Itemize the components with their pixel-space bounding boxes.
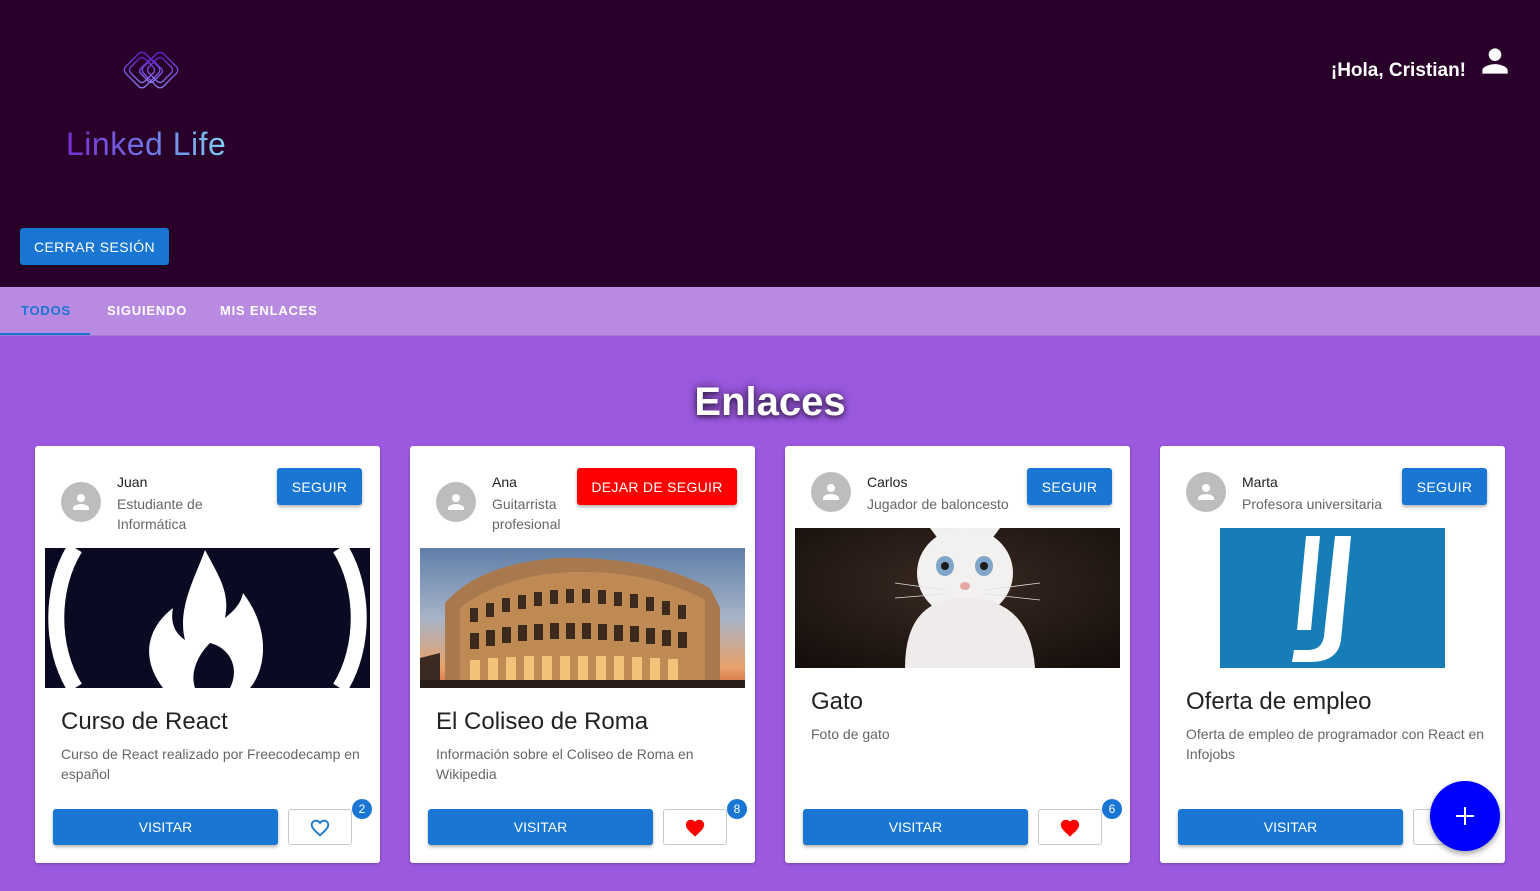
card-image[interactable] xyxy=(45,548,370,688)
follow-button[interactable]: SEGUIR xyxy=(1402,468,1487,505)
author-subtitle: Profesora universitaria xyxy=(1242,496,1383,512)
infojobs-logo-icon xyxy=(1220,528,1445,668)
freecodecamp-logo-icon xyxy=(45,548,370,688)
person-icon xyxy=(1198,484,1214,500)
person-icon xyxy=(448,494,464,510)
logo-text: Linked Life xyxy=(66,126,227,162)
avatar xyxy=(1186,472,1226,512)
link-card: Ana Guitarrista profesional DEJAR DE SEG… xyxy=(410,446,755,863)
logout-button[interactable]: CERRAR SESIÓN xyxy=(20,228,169,265)
visit-button[interactable]: VISITAR xyxy=(1178,809,1403,845)
tab-todos[interactable]: TODOS xyxy=(21,287,71,335)
like-count-badge: 2 xyxy=(352,799,372,819)
card-title: El Coliseo de Roma xyxy=(436,708,649,735)
card-title: Oferta de empleo xyxy=(1186,688,1372,715)
person-icon xyxy=(73,494,89,510)
person-icon xyxy=(823,484,839,500)
user-greeting: ¡Hola, Cristian! xyxy=(1330,60,1466,81)
heart-filled-icon xyxy=(1060,819,1080,837)
heart-filled-icon xyxy=(685,819,705,837)
tab-bar: TODOS SIGUIENDO MIS ENLACES xyxy=(0,287,1540,336)
card-image[interactable] xyxy=(795,528,1120,668)
like-count-badge: 6 xyxy=(1102,799,1122,819)
card-description: Foto de gato xyxy=(811,726,890,742)
avatar xyxy=(61,482,101,522)
link-card: Carlos Jugador de baloncesto SEGUIR Gato… xyxy=(785,446,1130,863)
add-link-button[interactable] xyxy=(1430,781,1500,851)
follow-button[interactable]: SEGUIR xyxy=(1027,468,1112,505)
link-card: Juan Estudiante de Informática SEGUIR Cu… xyxy=(35,446,380,863)
plus-icon xyxy=(1456,807,1474,825)
tab-mis-enlaces[interactable]: MIS ENLACES xyxy=(220,287,318,335)
author-name: Marta xyxy=(1242,474,1278,490)
active-tab-indicator xyxy=(0,333,90,335)
app-header: Linked Life ¡Hola, Cristian! CERRAR SESI… xyxy=(0,0,1540,287)
visit-button[interactable]: VISITAR xyxy=(428,809,653,845)
card-image[interactable] xyxy=(1170,528,1495,668)
author-name: Ana xyxy=(492,474,517,490)
linked-life-logo-icon xyxy=(123,51,179,89)
card-description: Curso de React realizado por Freecodecam… xyxy=(61,746,360,782)
like-button[interactable] xyxy=(663,809,727,845)
kitten-photo-icon xyxy=(795,528,1120,668)
author-subtitle: Estudiante de Informática xyxy=(117,496,203,532)
unfollow-button[interactable]: DEJAR DE SEGUIR xyxy=(577,468,737,505)
visit-button[interactable]: VISITAR xyxy=(53,809,278,845)
user-account-icon[interactable] xyxy=(1476,42,1514,80)
visit-button[interactable]: VISITAR xyxy=(803,809,1028,845)
author-subtitle: Guitarrista profesional xyxy=(492,496,561,532)
heart-outline-icon xyxy=(310,819,330,837)
card-title: Curso de React xyxy=(61,708,228,735)
card-title: Gato xyxy=(811,688,864,715)
card-description: Oferta de empleo de programador con Reac… xyxy=(1186,726,1485,762)
card-description: Información sobre el Coliseo de Roma en … xyxy=(436,746,694,782)
avatar xyxy=(436,482,476,522)
like-button[interactable] xyxy=(288,809,352,845)
avatar xyxy=(811,472,851,512)
author-subtitle: Jugador de baloncesto xyxy=(867,496,1009,512)
section-title: Enlaces xyxy=(694,380,846,424)
tab-siguiendo[interactable]: SIGUIENDO xyxy=(107,287,187,335)
like-count-badge: 8 xyxy=(727,799,747,819)
colosseum-photo-icon xyxy=(420,548,745,688)
like-button[interactable] xyxy=(1038,809,1102,845)
author-name: Carlos xyxy=(867,474,908,490)
card-image[interactable] xyxy=(420,548,745,688)
follow-button[interactable]: SEGUIR xyxy=(277,468,362,505)
author-name: Juan xyxy=(117,474,148,490)
